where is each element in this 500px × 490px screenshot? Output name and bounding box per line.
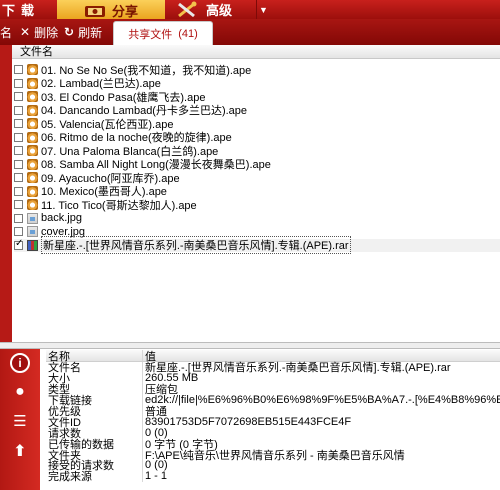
- advanced-label: 高级: [206, 3, 233, 18]
- file-checkbox[interactable]: [14, 173, 23, 183]
- audio-file-icon: [27, 91, 38, 103]
- file-row[interactable]: 新星座.-.[世界风情音乐系列.-南美桑巴音乐风情].专辑.(APE).rar: [14, 236, 500, 255]
- tab-shared-files[interactable]: 共享文件 (41): [113, 21, 213, 45]
- audio-file-icon: [27, 77, 38, 89]
- share-icon: [84, 5, 105, 17]
- audio-file-icon: [27, 104, 38, 116]
- refresh-label: 刷新: [78, 25, 103, 40]
- close-icon: ✕: [20, 25, 31, 39]
- audio-file-icon: [27, 172, 38, 184]
- file-checkbox[interactable]: [14, 78, 23, 88]
- audio-file-icon: [27, 199, 38, 211]
- info-icon[interactable]: i: [10, 353, 30, 373]
- file-checkbox[interactable]: [14, 227, 23, 237]
- detail-sidebar: i ● ☰ ⬆: [0, 349, 40, 490]
- file-checkbox[interactable]: [14, 132, 23, 142]
- details-rows: 文件名 新星座.-.[世界风情音乐系列.-南美桑巴音乐风情].专辑.(APE).r…: [46, 362, 500, 484]
- delete-button[interactable]: ✕ 删除: [20, 23, 58, 41]
- file-checkbox[interactable]: [14, 119, 23, 129]
- file-checkbox[interactable]: [14, 146, 23, 156]
- file-checkbox[interactable]: [14, 65, 23, 75]
- details-value: 1 - 1: [145, 470, 168, 483]
- tab-label: 共享文件: [128, 28, 173, 41]
- file-checkbox[interactable]: [14, 105, 23, 115]
- share-button[interactable]: 分享: [57, 0, 165, 21]
- main-toolbar: 下载 分享 高级 ▼: [0, 0, 500, 21]
- file-checkbox[interactable]: [14, 200, 23, 210]
- audio-file-icon: [27, 145, 38, 157]
- rename-button[interactable]: 名: [0, 23, 12, 41]
- chevron-down-icon: ▼: [259, 4, 268, 15]
- file-checkbox[interactable]: [14, 159, 23, 169]
- pane-splitter[interactable]: [0, 342, 500, 349]
- refresh-icon: ↻: [64, 25, 75, 39]
- share-label: 分享: [111, 4, 138, 19]
- advanced-dropdown-button[interactable]: ▼: [256, 0, 270, 19]
- tools-icon: [178, 1, 197, 17]
- list-icon[interactable]: ☰: [10, 411, 30, 431]
- image-file-icon: [27, 212, 38, 224]
- file-checkbox[interactable]: [14, 186, 23, 196]
- rename-label: 名: [0, 25, 13, 40]
- details-key: 完成来源: [48, 471, 92, 484]
- advanced-button[interactable]: 高级: [170, 0, 252, 19]
- audio-file-icon: [27, 158, 38, 170]
- comment-icon[interactable]: ●: [10, 382, 30, 402]
- file-list: 01. No Se No Se(我不知道，我不知道).ape 02. Lambad…: [14, 63, 500, 255]
- audio-file-icon: [27, 131, 38, 143]
- audio-file-icon: [27, 185, 38, 197]
- file-row[interactable]: 11. Tico Tico(哥斯达黎加人).ape: [14, 198, 500, 212]
- image-file-icon: [27, 226, 38, 238]
- file-list-pane: 文件名 01. No Se No Se(我不知道，我不知道).ape 02. La…: [0, 45, 500, 343]
- file-name: 11. Tico Tico(哥斯达黎加人).ape: [41, 199, 197, 212]
- file-name: back.jpg: [41, 212, 82, 225]
- file-toolbar: 名 ✕ 删除 ↻ 刷新 共享文件 (41): [0, 19, 500, 45]
- file-checkbox[interactable]: [14, 213, 23, 223]
- download-button[interactable]: 下载: [0, 0, 52, 19]
- file-details-table: 名称 值 文件名 新星座.-.[世界风情音乐系列.-南美桑巴音乐风情].专辑.(A…: [46, 350, 500, 490]
- audio-file-icon: [27, 118, 38, 130]
- audio-file-icon: [27, 64, 38, 76]
- column-header-label: 文件名: [20, 46, 53, 58]
- file-checkbox[interactable]: [14, 92, 23, 102]
- refresh-button[interactable]: ↻ 刷新: [64, 23, 102, 41]
- column-header-filename[interactable]: 文件名: [12, 45, 500, 59]
- file-checkbox[interactable]: [14, 238, 23, 250]
- details-row[interactable]: 完成来源 1 - 1: [46, 470, 500, 484]
- file-name: 新星座.-.[世界风情音乐系列.-南美桑巴音乐风情].专辑.(APE).rar: [41, 236, 351, 255]
- archive-file-icon: [27, 239, 38, 251]
- upload-icon[interactable]: ⬆: [10, 441, 30, 461]
- tab-count: (41): [178, 27, 198, 40]
- download-label: 下载: [2, 3, 41, 18]
- file-row[interactable]: back.jpg: [14, 212, 500, 226]
- delete-label: 删除: [34, 25, 59, 40]
